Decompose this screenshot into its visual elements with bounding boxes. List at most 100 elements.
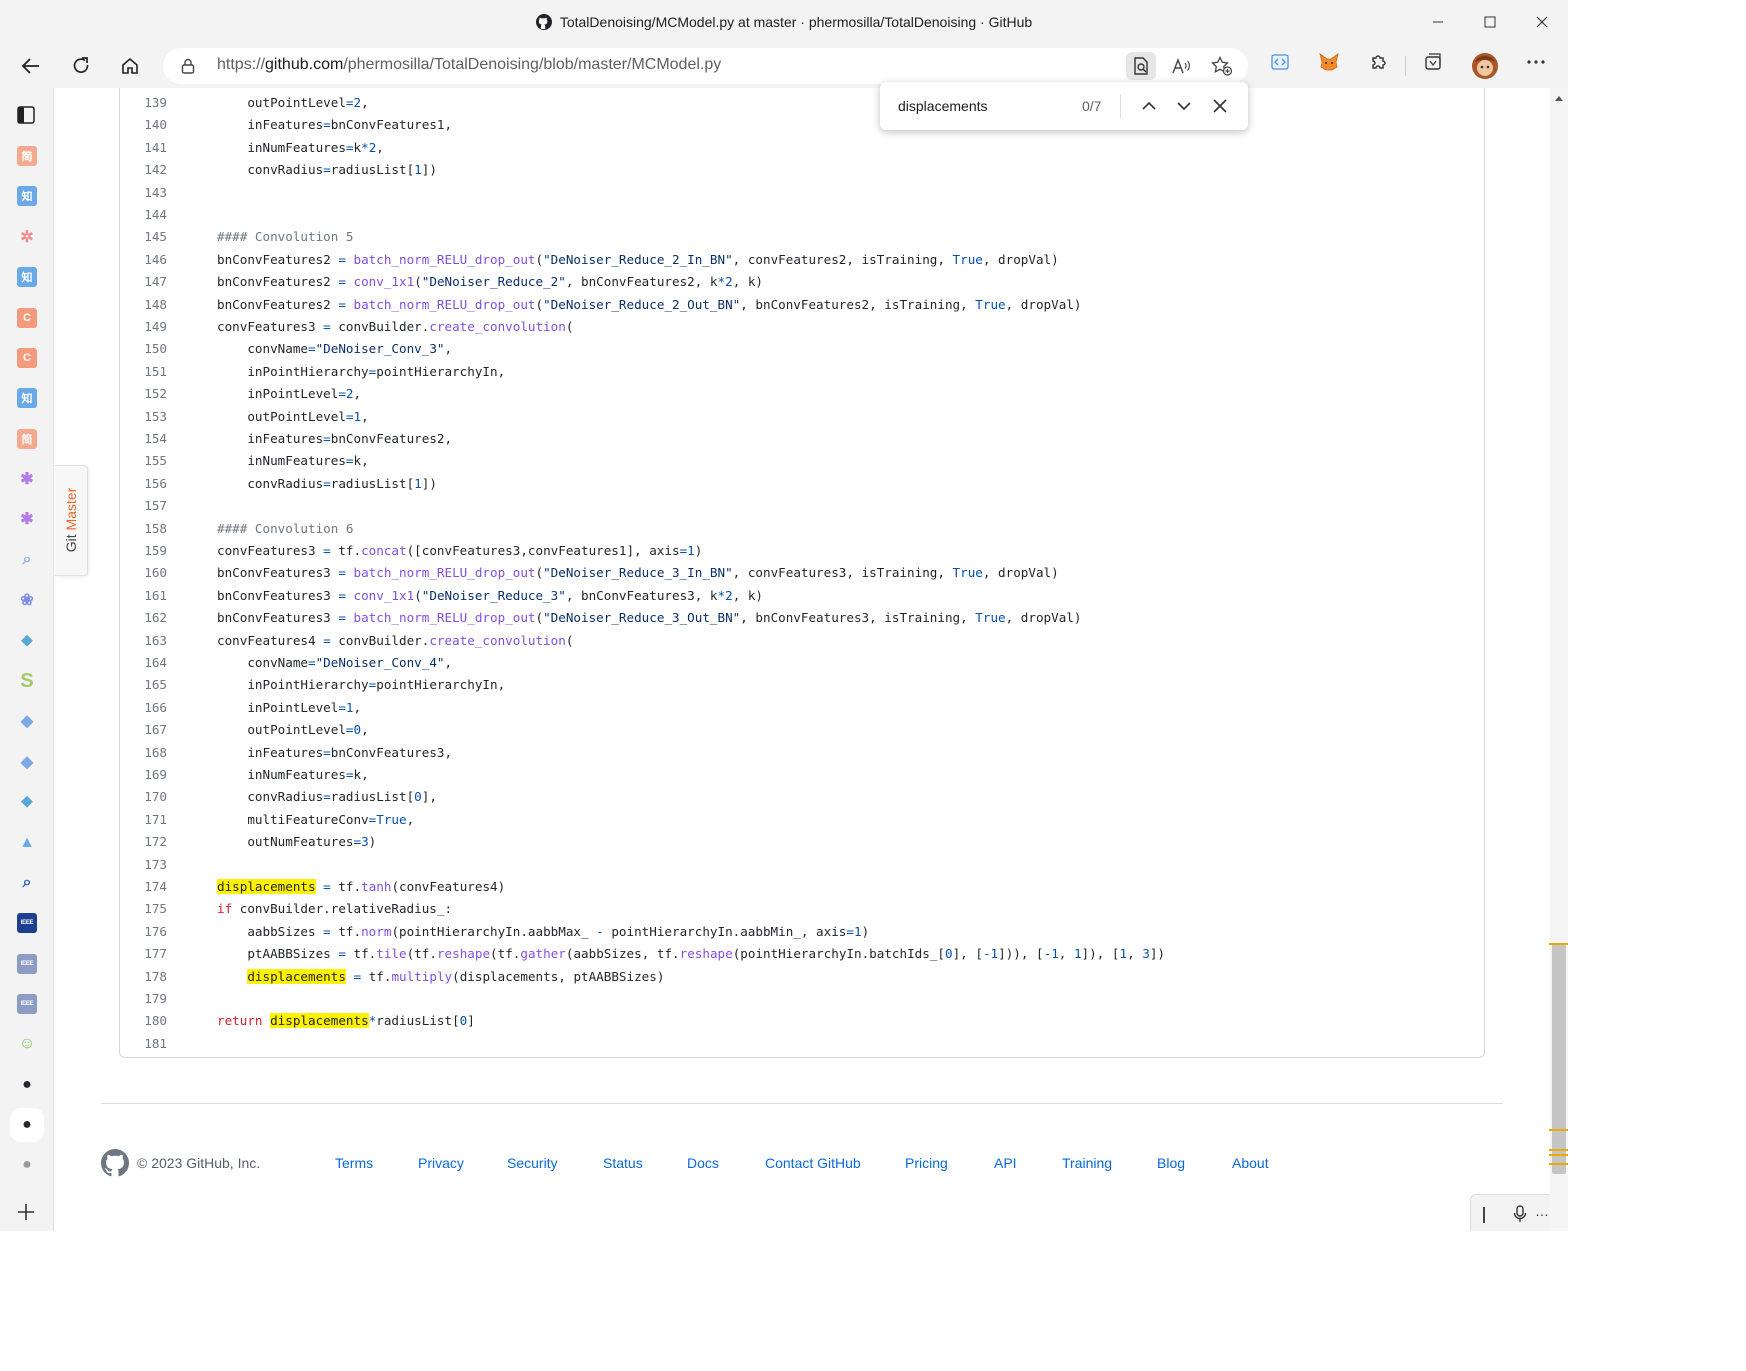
minimize-button[interactable]: [1412, 0, 1464, 44]
line-number[interactable]: 148: [120, 294, 167, 316]
drop-icon[interactable]: ⬥: [17, 792, 37, 812]
line-number[interactable]: 172: [120, 831, 167, 853]
line-number[interactable]: 153: [120, 406, 167, 428]
line-number[interactable]: 141: [120, 137, 167, 159]
line-number[interactable]: 163: [120, 630, 167, 652]
github-logo-icon[interactable]: [101, 1149, 129, 1177]
line-number[interactable]: 149: [120, 316, 167, 338]
github-icon[interactable]: ●: [17, 1075, 37, 1095]
zhi-icon[interactable]: 知: [17, 388, 37, 408]
find-input[interactable]: displacements: [898, 98, 988, 114]
zhi-icon[interactable]: 知: [17, 267, 37, 287]
footer-link-privacy[interactable]: Privacy: [418, 1155, 464, 1171]
line-number[interactable]: 170: [120, 786, 167, 808]
line-number[interactable]: 162: [120, 607, 167, 629]
find-on-page-button[interactable]: [1126, 52, 1156, 80]
github-icon[interactable]: ●: [17, 1155, 37, 1175]
footer-link-training[interactable]: Training: [1062, 1155, 1112, 1171]
atom-icon[interactable]: ✲: [17, 227, 37, 247]
line-number[interactable]: 175: [120, 898, 167, 920]
line-number[interactable]: 139: [120, 92, 167, 114]
back-button[interactable]: [16, 52, 46, 80]
git-master-tab[interactable]: Git Master: [55, 465, 88, 576]
line-number[interactable]: 168: [120, 742, 167, 764]
line-number[interactable]: 173: [120, 854, 167, 876]
line-number[interactable]: 142: [120, 159, 167, 181]
footer-link-api[interactable]: API: [994, 1155, 1017, 1171]
line-number[interactable]: 143: [120, 182, 167, 204]
line-number[interactable]: 165: [120, 674, 167, 696]
line-number[interactable]: 174: [120, 876, 167, 898]
line-number[interactable]: 176: [120, 921, 167, 943]
line-number[interactable]: 171: [120, 809, 167, 831]
footer-link-about[interactable]: About: [1232, 1155, 1269, 1171]
arrow-icon[interactable]: ▲: [17, 833, 37, 853]
c-icon[interactable]: C: [17, 348, 37, 368]
ieee-icon[interactable]: IEEE: [17, 954, 37, 974]
line-number[interactable]: 145: [120, 226, 167, 248]
drop-icon[interactable]: ⬥: [17, 631, 37, 651]
line-number[interactable]: 169: [120, 764, 167, 786]
line-number[interactable]: 161: [120, 585, 167, 607]
sidebar-add-button[interactable]: [16, 1202, 36, 1227]
line-number[interactable]: 164: [120, 652, 167, 674]
search-icon[interactable]: ⌕: [17, 550, 37, 570]
home-button[interactable]: [115, 52, 145, 80]
dictation-more-icon[interactable]: …: [1535, 1203, 1549, 1219]
line-number[interactable]: 159: [120, 540, 167, 562]
line-number[interactable]: 147: [120, 271, 167, 293]
line-number[interactable]: 160: [120, 562, 167, 584]
close-window-button[interactable]: [1516, 0, 1568, 44]
refresh-button[interactable]: [66, 52, 96, 80]
asterisk-icon[interactable]: ✱: [17, 509, 37, 529]
diamond-icon[interactable]: ◆: [17, 752, 37, 772]
diamond-icon[interactable]: ◆: [17, 711, 37, 731]
ieee-icon[interactable]: IEEE: [17, 994, 37, 1014]
line-number[interactable]: 155: [120, 450, 167, 472]
settings-menu-button[interactable]: [1522, 52, 1550, 72]
find-previous-button[interactable]: [1139, 96, 1159, 116]
footer-link-security[interactable]: Security: [507, 1155, 558, 1171]
jian-icon[interactable]: 简: [17, 146, 37, 166]
line-number[interactable]: 144: [120, 204, 167, 226]
footer-link-pricing[interactable]: Pricing: [905, 1155, 948, 1171]
extension-translate-button[interactable]: [1266, 52, 1294, 72]
metamask-extension-button[interactable]: [1315, 52, 1343, 72]
line-number[interactable]: 140: [120, 114, 167, 136]
search-icon[interactable]: ⌕: [17, 873, 37, 893]
line-number[interactable]: 181: [120, 1033, 167, 1055]
drag-handle[interactable]: [1483, 1207, 1485, 1223]
line-number[interactable]: 154: [120, 428, 167, 450]
github-icon[interactable]: ●: [17, 1115, 37, 1135]
find-close-button[interactable]: [1210, 96, 1230, 116]
s-icon[interactable]: S: [17, 670, 37, 692]
maximize-button[interactable]: [1464, 0, 1516, 44]
footer-link-docs[interactable]: Docs: [687, 1155, 719, 1171]
find-next-button[interactable]: [1174, 96, 1194, 116]
zhi-icon[interactable]: 知: [17, 186, 37, 206]
sidebar-toggle-button[interactable]: [16, 105, 36, 130]
read-aloud-button[interactable]: [1167, 56, 1195, 76]
scroll-up-icon[interactable]: [1554, 94, 1564, 102]
footer-link-contact[interactable]: Contact GitHub: [765, 1155, 861, 1171]
c-icon[interactable]: C: [17, 308, 37, 328]
extensions-button[interactable]: [1365, 52, 1393, 72]
jian-icon[interactable]: 简: [17, 429, 37, 449]
address-bar[interactable]: https://github.com/phermosilla/TotalDeno…: [163, 48, 1248, 84]
line-number[interactable]: 167: [120, 719, 167, 741]
footer-link-terms[interactable]: Terms: [335, 1155, 373, 1171]
line-number[interactable]: 158: [120, 518, 167, 540]
paw-icon[interactable]: ❀: [17, 590, 37, 610]
line-number[interactable]: 180: [120, 1010, 167, 1032]
scrollbar-thumb[interactable]: [1552, 944, 1566, 1174]
asterisk-icon[interactable]: ✱: [17, 469, 37, 489]
line-number[interactable]: 151: [120, 361, 167, 383]
line-number[interactable]: 157: [120, 495, 167, 517]
line-number[interactable]: 166: [120, 697, 167, 719]
line-number[interactable]: 152: [120, 383, 167, 405]
ieee-icon[interactable]: IEEE: [17, 913, 37, 933]
smile-icon[interactable]: ☺: [17, 1034, 37, 1054]
line-number[interactable]: 177: [120, 943, 167, 965]
line-number[interactable]: 178: [120, 966, 167, 988]
footer-link-blog[interactable]: Blog: [1157, 1155, 1185, 1171]
